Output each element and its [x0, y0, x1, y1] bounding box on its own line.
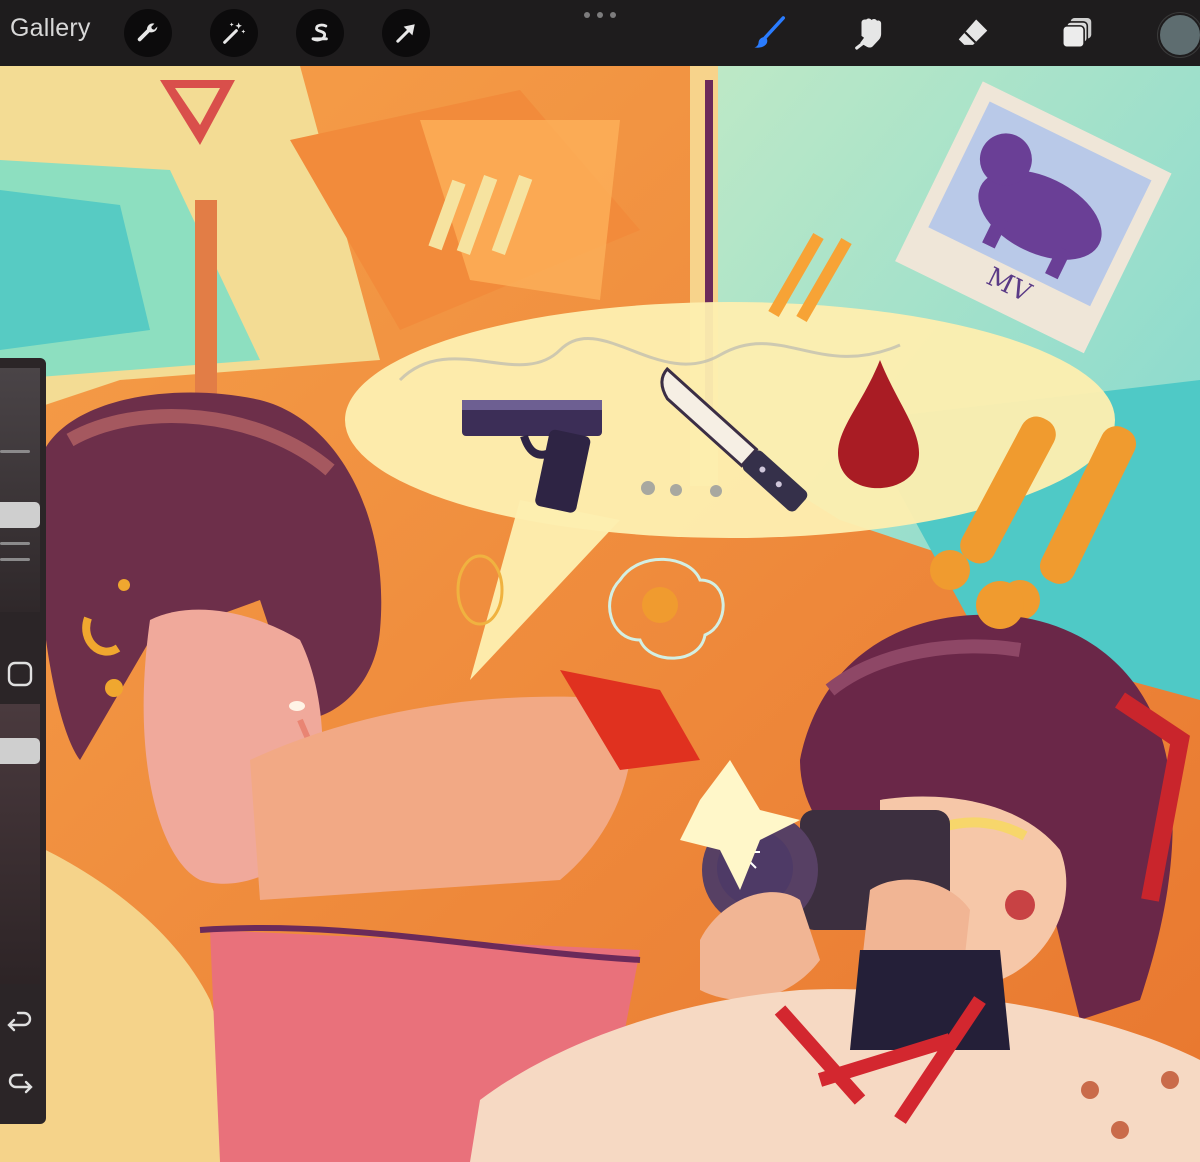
drawing-canvas[interactable]: MV — [0, 66, 1200, 1162]
selection-button[interactable] — [296, 9, 344, 57]
redo-icon — [8, 1073, 33, 1094]
redo-button[interactable] — [0, 1066, 40, 1106]
selection-icon — [311, 23, 328, 42]
undo-button[interactable] — [0, 1004, 40, 1044]
adjustments-button[interactable] — [210, 9, 258, 57]
modify-square-icon — [7, 661, 33, 687]
eraser-button[interactable] — [950, 10, 996, 56]
smudge-icon — [855, 18, 882, 50]
dot — [597, 12, 603, 18]
dot — [610, 12, 616, 18]
more-options-button[interactable] — [584, 8, 616, 22]
gallery-button[interactable]: Gallery — [10, 14, 91, 43]
brush-icon — [754, 16, 785, 48]
brush-sidebar — [0, 358, 46, 1124]
undo-icon — [7, 1011, 32, 1032]
artwork-illustration: MV — [0, 66, 1200, 1162]
color-picker-swatch[interactable] — [1158, 13, 1200, 57]
dot — [584, 12, 590, 18]
size-tick — [0, 542, 30, 545]
wrench-icon — [137, 23, 158, 42]
layers-icon — [1061, 17, 1092, 49]
top-toolbar: Gallery — [0, 0, 1200, 66]
modify-button[interactable] — [0, 654, 40, 694]
brush-size-slider[interactable] — [0, 368, 40, 612]
brush-opacity-slider[interactable] — [0, 704, 40, 984]
layers-button[interactable] — [1054, 10, 1100, 56]
magic-wand-icon — [223, 22, 246, 44]
smudge-button[interactable] — [848, 10, 894, 56]
actions-button[interactable] — [124, 9, 172, 57]
eraser-icon — [958, 19, 988, 45]
brush-opacity-handle[interactable] — [0, 738, 40, 764]
size-tick — [0, 558, 30, 561]
brush-button[interactable] — [746, 10, 792, 56]
transform-arrow-icon — [396, 24, 415, 43]
brush-size-handle[interactable] — [0, 502, 40, 528]
size-tick — [0, 450, 30, 453]
transform-button[interactable] — [382, 9, 430, 57]
